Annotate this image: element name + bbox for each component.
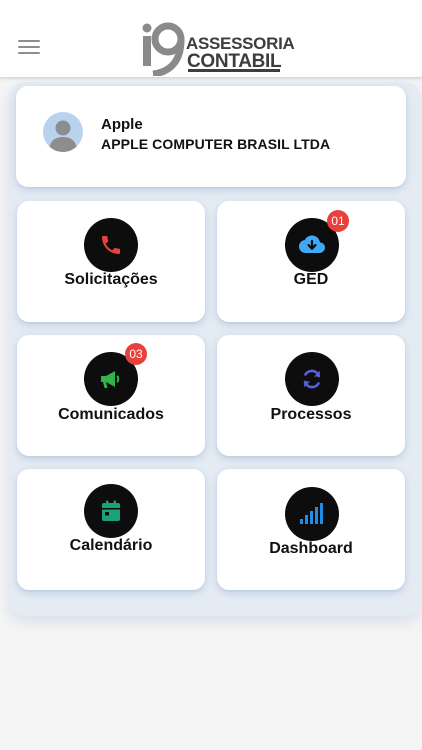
tile-label-comunicados: Comunicados <box>58 406 164 423</box>
phone-icon <box>84 218 138 272</box>
profile-name: Apple <box>101 116 143 133</box>
tile-label-processos: Processos <box>270 406 352 423</box>
tile-label-calendario: Calendário <box>69 537 153 554</box>
comunicados-badge: 03 <box>125 343 147 365</box>
signal-bars-icon <box>285 487 339 541</box>
logo-line1: ASSESSORIA <box>186 34 295 53</box>
sync-icon <box>285 352 339 406</box>
logo-underline <box>188 69 280 72</box>
hamburger-menu-icon[interactable] <box>18 40 40 56</box>
tile-label-solicitacoes: Solicitações <box>64 271 158 288</box>
tile-label-dashboard: Dashboard <box>269 540 353 557</box>
profile-company: APPLE COMPUTER BRASIL LTDA <box>101 136 331 152</box>
ged-badge: 01 <box>327 210 349 232</box>
top-bar: ASSESSORIA CONTABIL <box>0 0 422 78</box>
calendar-icon <box>84 484 138 538</box>
user-avatar-icon <box>43 112 83 152</box>
app-screen: ASSESSORIA CONTABIL Apple APPLE COMPUTER… <box>0 0 422 750</box>
tile-label-ged: GED <box>293 271 329 288</box>
logo-mark-icon <box>142 22 185 76</box>
brand-logo: ASSESSORIA CONTABIL <box>141 22 295 76</box>
